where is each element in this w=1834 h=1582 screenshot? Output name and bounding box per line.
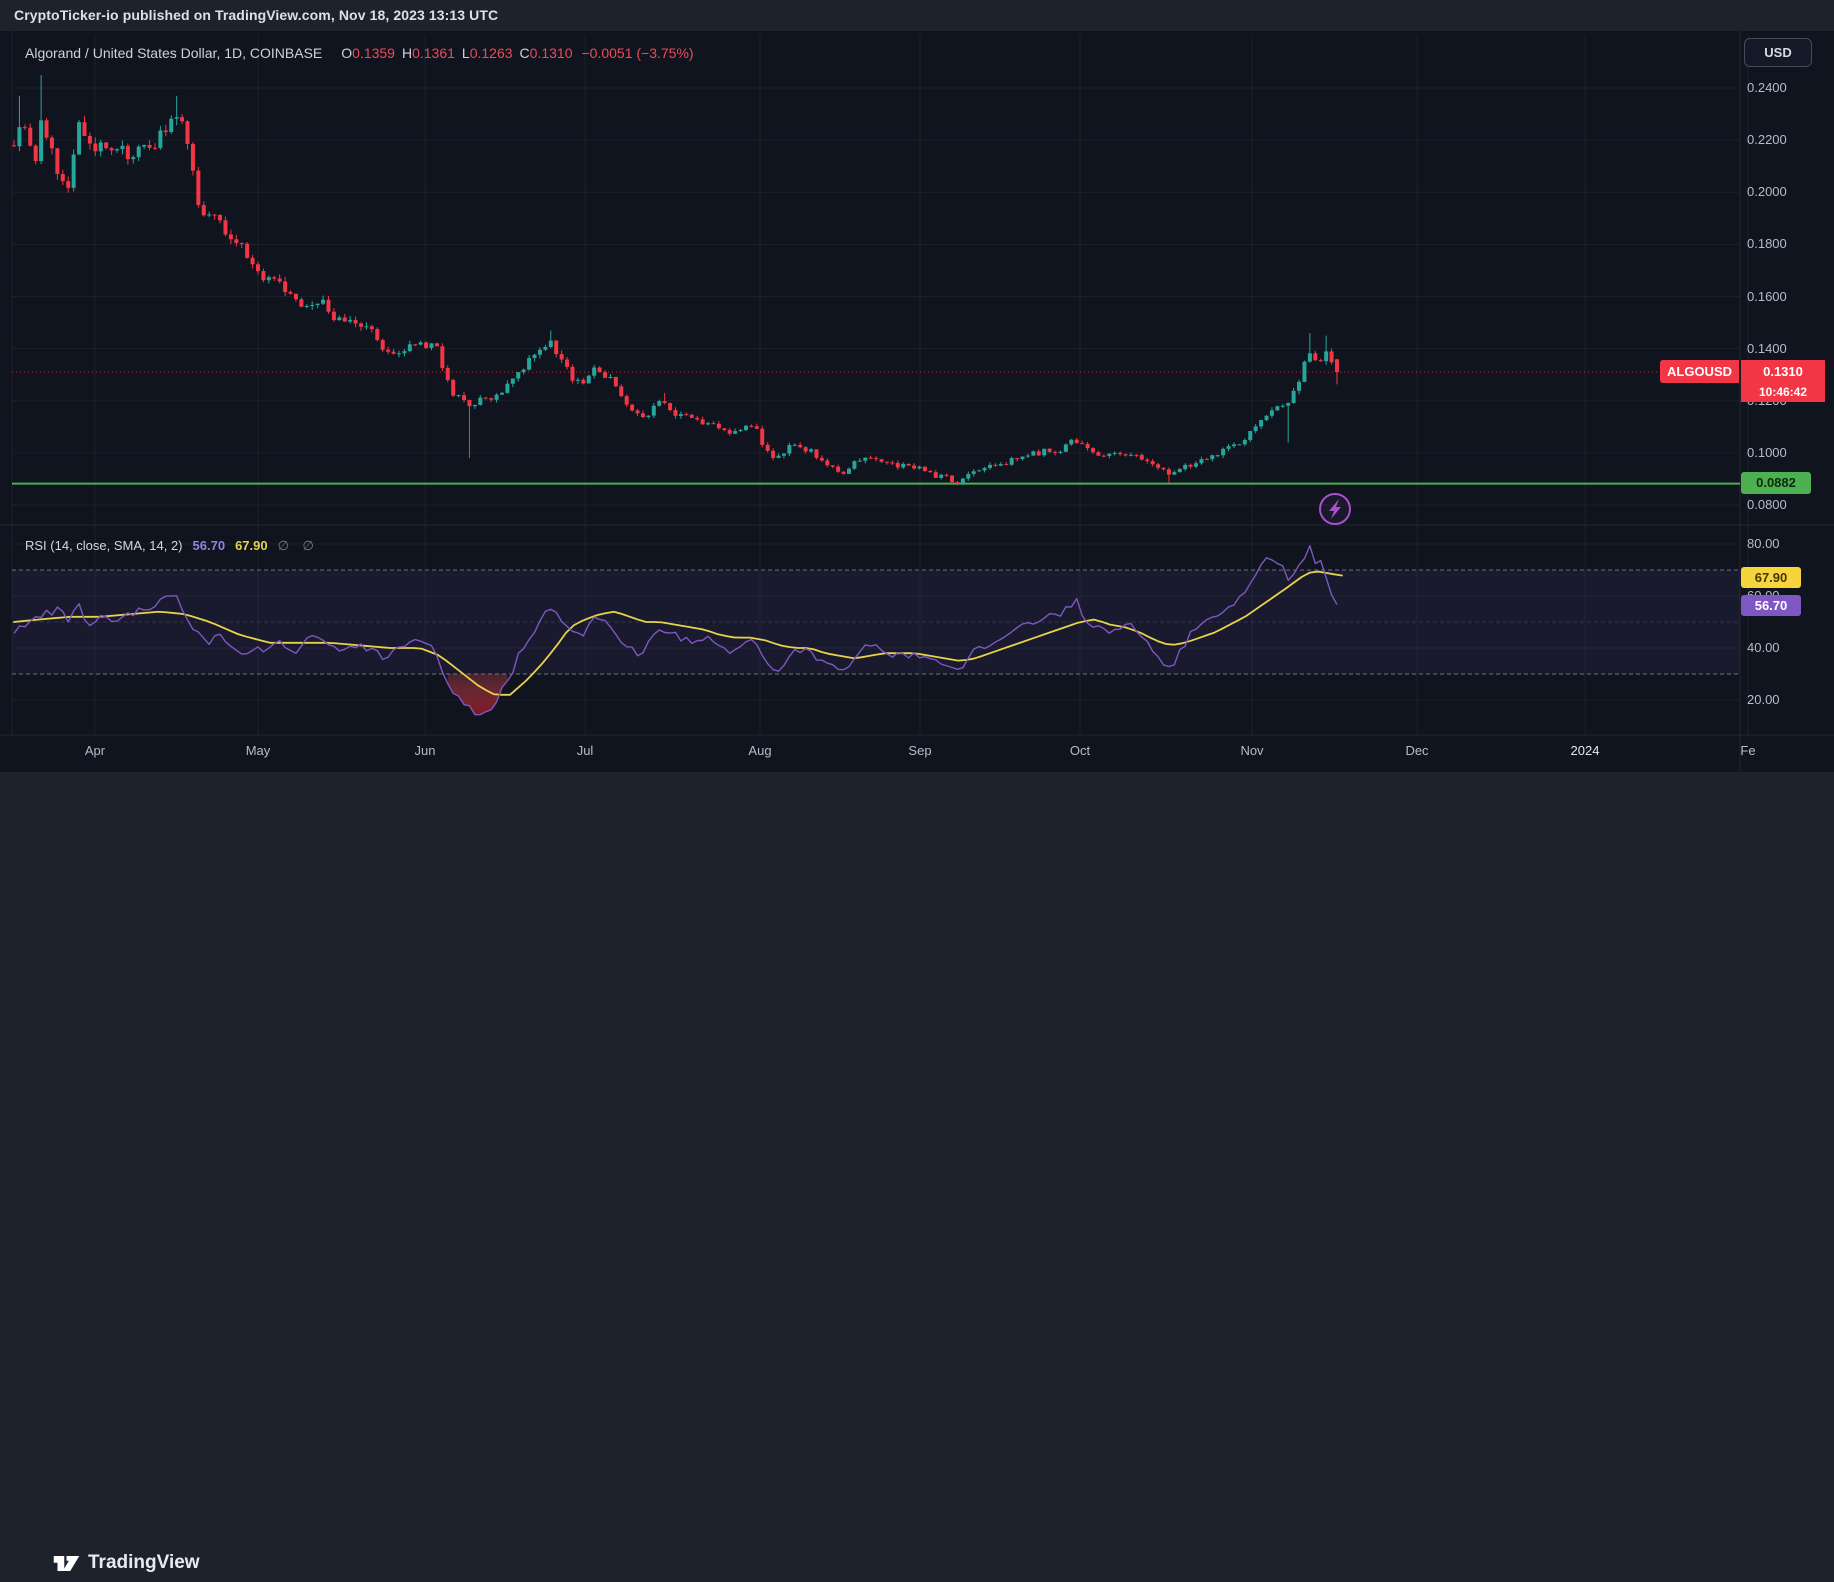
time-axis-label: Sep (908, 743, 931, 758)
support-price-tag: 0.0882 (1741, 472, 1811, 494)
currency-button[interactable]: USD (1744, 38, 1812, 67)
time-axis-label: Fe (1740, 743, 1755, 758)
tradingview-logo-icon[interactable] (53, 1551, 80, 1576)
price-axis-label: 0.2000 (1747, 184, 1829, 200)
time-axis-label: Jun (415, 743, 436, 758)
time-axis-label: 2024 (1571, 743, 1600, 758)
rsi-title[interactable]: RSI (14, close, SMA, 14, 2) (25, 538, 183, 553)
last-price-tag: 0.1310 (1741, 360, 1825, 383)
attribution-text: CryptoTicker-io published on TradingView… (14, 0, 498, 31)
ohlc-high-label: H (402, 45, 412, 61)
ohlc-close-label: C (520, 45, 530, 61)
ohlc-open-value: 0.1359 (352, 45, 395, 61)
ohlc-close-value: 0.1310 (530, 45, 573, 61)
rsi-ma-tag: 67.90 (1741, 567, 1801, 588)
top-attribution-bar: CryptoTicker-io published on TradingView… (0, 0, 1834, 31)
rsi-axis-label: 20.00 (1747, 692, 1829, 708)
rsi-value-tag: 56.70 (1741, 595, 1801, 616)
price-chart[interactable] (0, 30, 1834, 772)
symbol-header: Algorand / United States Dollar, 1D, COI… (25, 44, 694, 62)
ohlc-open-label: O (341, 45, 352, 61)
change-value: −0.0051 (−3.75%) (582, 45, 694, 61)
ohlc-low-value: 0.1263 (470, 45, 513, 61)
rsi-axis-label: 80.00 (1747, 536, 1829, 552)
time-axis-label: May (246, 743, 271, 758)
tradingview-brand[interactable]: TradingView (88, 1544, 200, 1582)
symbol-title[interactable]: Algorand / United States Dollar, 1D, COI… (25, 45, 322, 61)
price-axis-label: 0.0800 (1747, 497, 1829, 513)
rsi-header: RSI (14, close, SMA, 14, 2) 56.70 67.90 ∅ ∅ (25, 537, 319, 554)
price-axis-label: 0.2200 (1747, 132, 1829, 148)
time-axis-label: Oct (1070, 743, 1090, 758)
lightning-badge[interactable] (1320, 494, 1350, 524)
time-axis-label: Aug (748, 743, 771, 758)
price-axis-label: 0.1600 (1747, 289, 1829, 305)
footer-bar: TradingView (0, 772, 1834, 810)
time-axis-label: Jul (577, 743, 594, 758)
rsi-null-values: ∅ ∅ (278, 538, 319, 553)
countdown-tag: 10:46:42 (1741, 383, 1825, 402)
rsi-ma-value: 67.90 (235, 538, 268, 553)
price-axis-label: 0.2400 (1747, 80, 1829, 96)
time-axis-label: Nov (1240, 743, 1263, 758)
time-axis-label: Apr (85, 743, 105, 758)
price-axis-label: 0.1000 (1747, 445, 1829, 461)
price-axis-label: 0.1800 (1747, 236, 1829, 252)
time-axis-label: Dec (1405, 743, 1428, 758)
symbol-price-tag: ALGOUSD (1660, 360, 1739, 383)
ohlc-low-label: L (462, 45, 470, 61)
ohlc-high-value: 0.1361 (412, 45, 455, 61)
rsi-value: 56.70 (193, 538, 226, 553)
rsi-axis-label: 40.00 (1747, 640, 1829, 656)
price-axis-label: 0.1400 (1747, 341, 1829, 357)
